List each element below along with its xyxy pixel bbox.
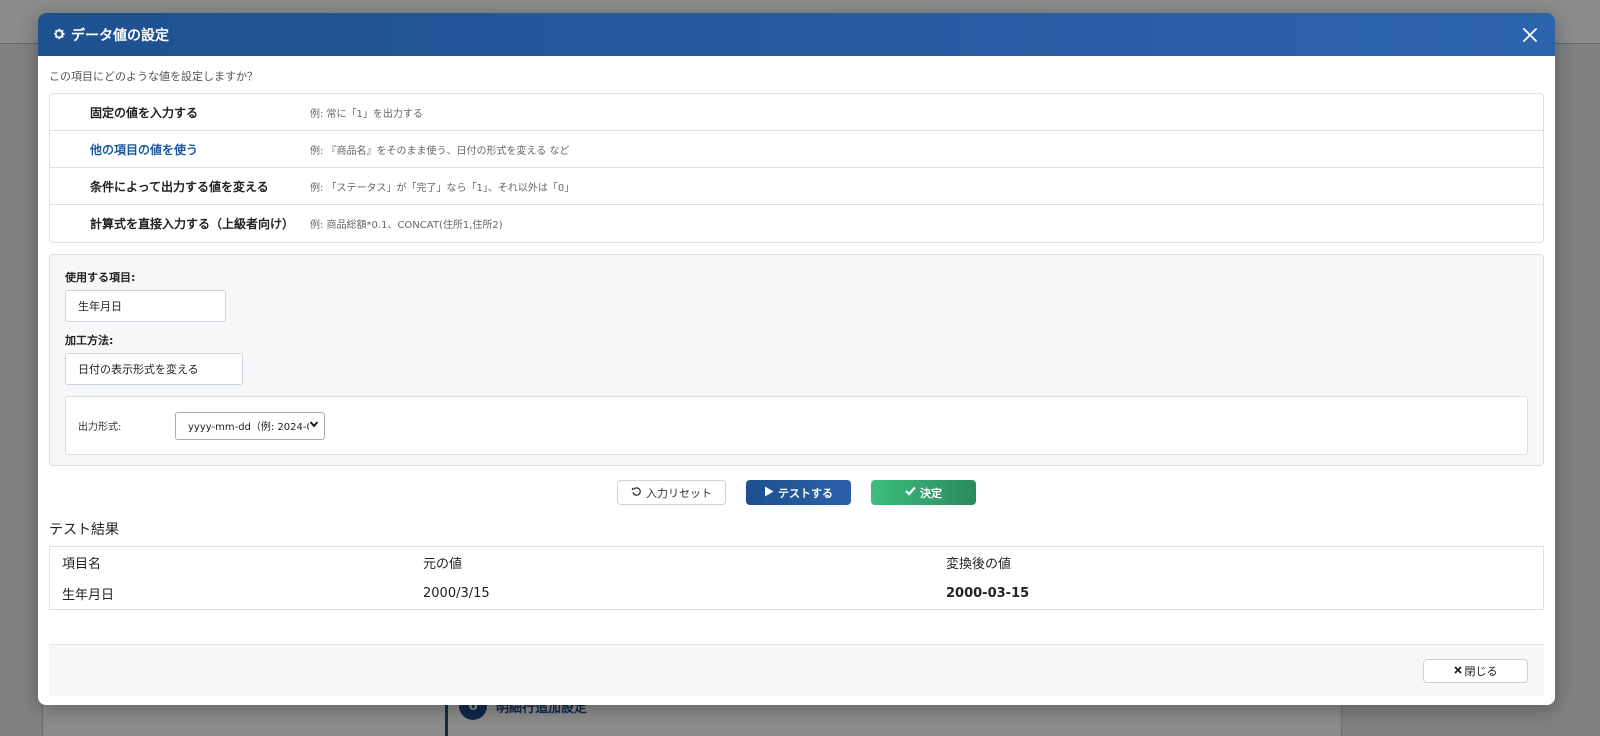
test-button[interactable]: テストする bbox=[746, 480, 851, 505]
question-text: この項目にどのような値を設定しますか？ bbox=[49, 70, 258, 83]
action-buttons: 入力リセット テストする 決定 bbox=[49, 480, 1544, 505]
source-field-input[interactable]: 生年月日 bbox=[65, 290, 226, 322]
process-method-label: 加工方法: bbox=[65, 334, 114, 347]
check-icon bbox=[905, 486, 916, 499]
table-header-row: 項目名 元の値 変換後の値 bbox=[50, 547, 1543, 578]
process-method-input[interactable]: 日付の表示形式を変える bbox=[65, 353, 243, 385]
modal-title: データ値の設定 bbox=[71, 27, 169, 44]
source-field-label: 使用する項目: bbox=[65, 271, 136, 284]
modal-footer: 閉じる bbox=[49, 644, 1544, 696]
option-description: 例: 「ステータス」が「完了」なら「1」、それ以外は「0」 bbox=[310, 182, 575, 194]
value-type-options: 固定の値を入力する 例: 常に「1」を出力する 他の項目の値を使う 例: 『商品… bbox=[49, 93, 1544, 243]
confirm-button[interactable]: 決定 bbox=[871, 480, 976, 505]
header-original-value: 元の値 bbox=[423, 557, 463, 572]
modal-header: データ値の設定 bbox=[38, 13, 1555, 56]
reset-button-label: 入力リセット bbox=[646, 486, 712, 500]
option-label: 固定の値を入力する bbox=[90, 105, 199, 120]
format-subpanel: 出力形式: yyyy-mm-dd（例: 2024-0 bbox=[65, 396, 1528, 455]
table-row: 生年月日 2000/3/15 2000-03-15 bbox=[50, 578, 1543, 609]
option-description: 例: 常に「1」を出力する bbox=[310, 108, 423, 120]
option-formula[interactable]: 計算式を直接入力する（上級者向け） 例: 商品総額*0.1、CONCAT(住所1… bbox=[50, 205, 1543, 242]
confirm-button-label: 決定 bbox=[920, 486, 942, 500]
play-icon bbox=[764, 486, 774, 500]
test-results-title: テスト結果 bbox=[49, 522, 119, 538]
output-format-value: yyyy-mm-dd（例: 2024-0 bbox=[188, 422, 309, 433]
test-button-label: テストする bbox=[778, 486, 833, 500]
option-label: 計算式を直接入力する（上級者向け） bbox=[90, 217, 295, 231]
undo-icon bbox=[631, 486, 642, 500]
config-panel: 使用する項目: 生年月日 加工方法: 日付の表示形式を変える 出力形式: yyy… bbox=[49, 254, 1544, 466]
cell-original-value: 2000/3/15 bbox=[423, 586, 490, 601]
close-icon[interactable] bbox=[1519, 24, 1541, 46]
option-description: 例: 商品総額*0.1、CONCAT(住所1,住所2) bbox=[310, 220, 503, 231]
modal-body: この項目にどのような値を設定しますか？ 固定の値を入力する 例: 常に「1」を出… bbox=[38, 56, 1555, 610]
option-use-other-field[interactable]: 他の項目の値を使う 例: 『商品名』をそのまま使う、日付の形式を変える など bbox=[50, 131, 1543, 168]
header-field-name: 項目名 bbox=[62, 557, 102, 572]
cell-converted-value: 2000-03-15 bbox=[946, 586, 1030, 601]
gear-icon bbox=[52, 27, 68, 43]
close-button[interactable]: 閉じる bbox=[1423, 658, 1528, 683]
option-description: 例: 『商品名』をそのまま使う、日付の形式を変える など bbox=[310, 145, 570, 157]
data-value-settings-modal: データ値の設定 この項目にどのような値を設定しますか？ 固定の値を入力する 例:… bbox=[38, 13, 1555, 705]
output-format-select[interactable]: yyyy-mm-dd（例: 2024-0 bbox=[175, 411, 325, 440]
close-icon bbox=[1453, 664, 1462, 677]
option-label: 他の項目の値を使う bbox=[90, 142, 199, 157]
cell-field-name: 生年月日 bbox=[62, 588, 115, 603]
option-label: 条件によって出力する値を変える bbox=[90, 179, 269, 194]
header-converted-value: 変換後の値 bbox=[946, 557, 1012, 572]
option-conditional-value[interactable]: 条件によって出力する値を変える 例: 「ステータス」が「完了」なら「1」、それ以… bbox=[50, 168, 1543, 205]
chevron-down-icon bbox=[309, 419, 319, 432]
close-button-label: 閉じる bbox=[1464, 664, 1498, 678]
option-fixed-value[interactable]: 固定の値を入力する 例: 常に「1」を出力する bbox=[50, 94, 1543, 131]
test-results-table: 項目名 元の値 変換後の値 生年月日 2000/3/15 2000-03-15 bbox=[49, 546, 1544, 610]
reset-button[interactable]: 入力リセット bbox=[617, 480, 726, 505]
output-format-label: 出力形式: bbox=[78, 422, 122, 433]
